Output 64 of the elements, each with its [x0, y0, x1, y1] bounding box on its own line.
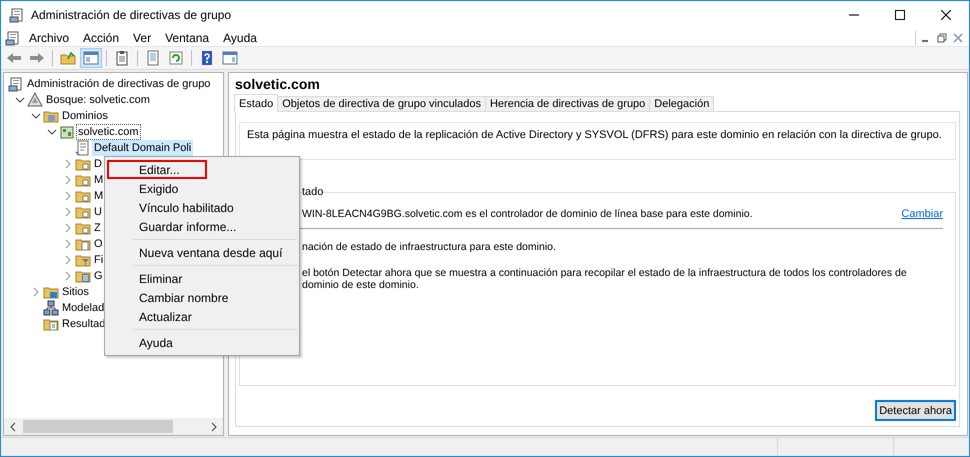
- menu-item[interactable]: Guardar informe...: [107, 217, 297, 236]
- menu-item[interactable]: Nueva ventana desde aquí: [107, 243, 297, 262]
- menu-item[interactable]: Ver: [127, 30, 158, 44]
- toolbar-button[interactable]: [80, 48, 102, 68]
- refresh-icon: [168, 50, 184, 66]
- forward-arrow-icon: [29, 50, 45, 66]
- close-icon[interactable]: [951, 30, 965, 44]
- tree-item[interactable]: O: [92, 236, 105, 252]
- menu-item[interactable]: Ayuda: [107, 333, 297, 352]
- description-text: Esta página muestra el estado de la replicación de Active Directory y SYSVOL (DFRS) para este dominio en relación con la directiva de grupo.: [247, 129, 942, 141]
- tree-item[interactable]: G: [92, 268, 105, 284]
- network-icon: [43, 300, 59, 316]
- maximize-icon: [895, 10, 905, 20]
- menu-item[interactable]: Ventana: [159, 30, 216, 44]
- help-icon: [199, 50, 215, 66]
- tree-item[interactable]: Sitios: [60, 284, 91, 300]
- tree-item[interactable]: Modelad: [60, 300, 106, 316]
- folder-icon: [60, 50, 76, 66]
- menu-item[interactable]: Actualizar: [107, 307, 297, 326]
- menu-item[interactable]: Eliminar: [107, 269, 297, 288]
- horizontal-scrollbar[interactable]: [4, 418, 223, 435]
- tab[interactable]: Delegación: [649, 96, 714, 111]
- group-legend: tado: [302, 186, 324, 198]
- tab[interactable]: Herencia de directivas de grupo: [484, 96, 650, 111]
- tab[interactable]: Estado: [234, 94, 278, 112]
- tree-item[interactable]: Resultad: [60, 316, 108, 332]
- domain-icon: [59, 124, 75, 140]
- tree-item[interactable]: M: [92, 172, 106, 188]
- tree-item[interactable]: Bosque: solvetic.com: [44, 92, 152, 108]
- triangle-icon: [27, 92, 43, 108]
- panel-icon: [83, 50, 99, 66]
- tree-item[interactable]: Dominios: [60, 108, 110, 124]
- panel-icon: [222, 50, 238, 66]
- tree-item[interactable]: Z: [92, 220, 103, 236]
- details-title: solvetic.com: [235, 76, 321, 93]
- menu-item[interactable]: Vínculo habilitado: [107, 198, 297, 217]
- menu-item[interactable]: Editar...: [107, 160, 207, 179]
- menu-item[interactable]: Exigido: [107, 179, 297, 198]
- window-title: Administración de directivas de grupo: [31, 8, 232, 22]
- tree-item[interactable]: U: [92, 204, 104, 220]
- baseline-text: WIN-8LEACN4G9BG.solvetic.com es el controlador de dominio de línea base para este dominio.: [302, 208, 753, 220]
- info-text: nación de estado de infraestructura para este dominio.: [302, 241, 557, 253]
- tree-item[interactable]: Fi: [92, 252, 106, 268]
- app-icon: [9, 7, 25, 23]
- restore-icon[interactable]: [935, 30, 949, 44]
- detect-button[interactable]: Detectar ahora: [875, 400, 956, 421]
- console-icon: [8, 76, 24, 92]
- back-arrow-icon: [6, 50, 22, 66]
- close-icon: [941, 10, 951, 20]
- tree-item[interactable]: D: [92, 156, 104, 172]
- clipboard-icon: [114, 50, 130, 66]
- tree-item[interactable]: M: [92, 188, 106, 204]
- tree-item[interactable]: Default Domain Poli: [92, 140, 194, 156]
- change-link[interactable]: Cambiar: [901, 208, 943, 220]
- tab[interactable]: Objetos de directiva de grupo vinculados: [277, 96, 486, 111]
- menu-item[interactable]: Cambiar nombre: [107, 288, 297, 307]
- instruction-text: el botón Detectar ahora que se muestra a continuación para recopilar el estado de la infraestructura de todos los controladores de dominio de este dominio.: [302, 267, 908, 291]
- tree-item[interactable]: Administración de directivas de grupo: [25, 76, 212, 92]
- scrollbar-thumb[interactable]: [23, 420, 173, 433]
- menu-item[interactable]: Acción: [77, 30, 126, 44]
- menu-item[interactable]: Archivo: [23, 30, 76, 44]
- document-icon: [145, 50, 161, 66]
- document-icon: [75, 140, 91, 156]
- menu-item[interactable]: Ayuda: [217, 30, 263, 44]
